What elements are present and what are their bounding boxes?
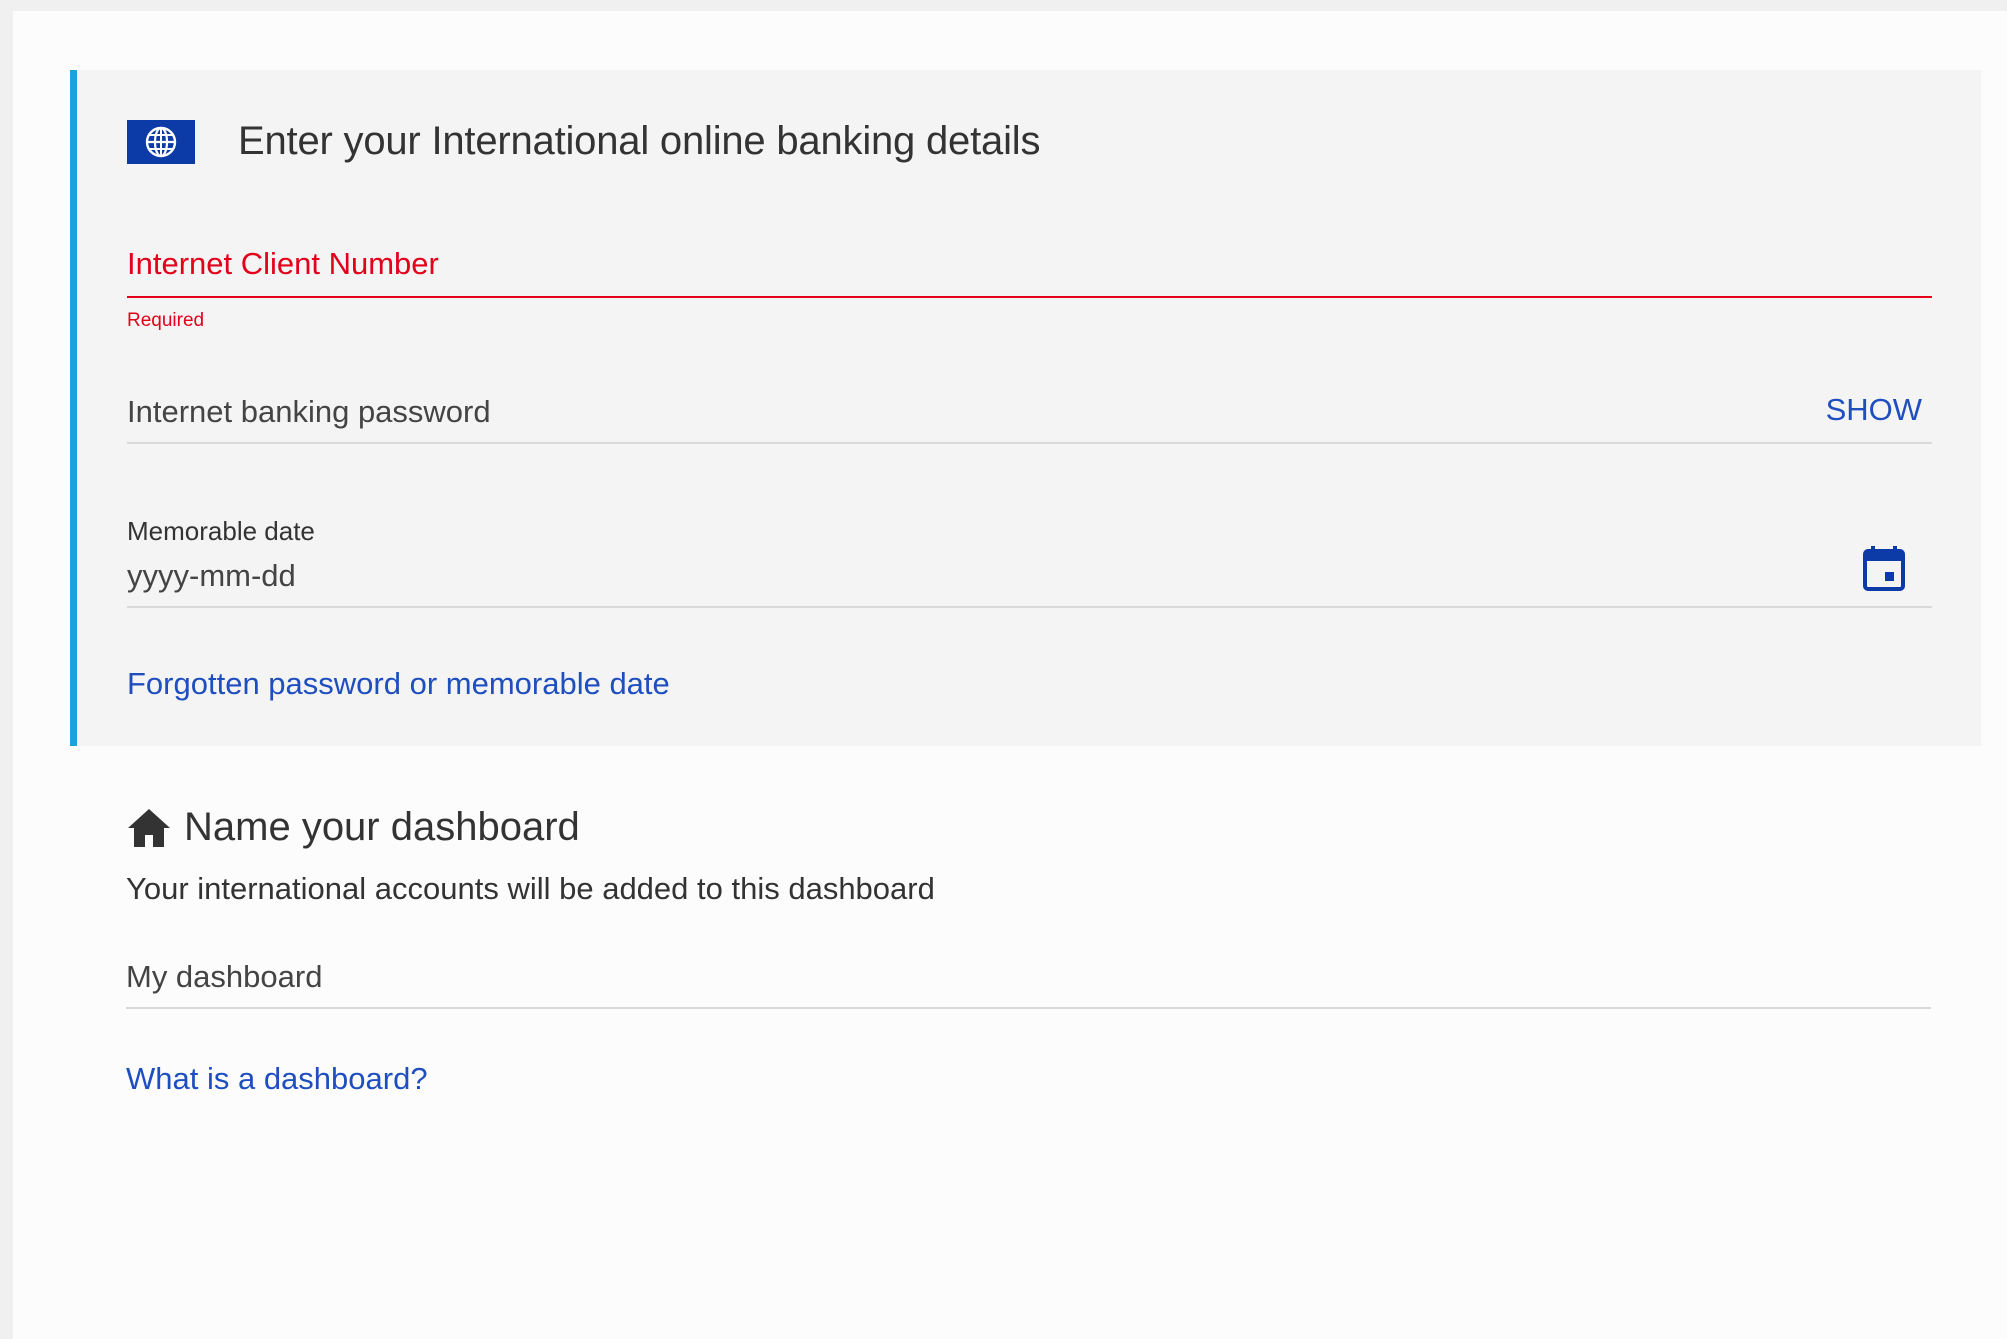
forgotten-password-link[interactable]: Forgotten password or memorable date (127, 666, 670, 702)
dashboard-title: Name your dashboard (184, 805, 580, 849)
password-underline (127, 442, 1932, 444)
client-number-underline (127, 296, 1932, 298)
password-field[interactable]: Internet banking password SHOW (127, 390, 1932, 460)
memorable-date-placeholder: yyyy-mm-dd (127, 558, 296, 593)
what-is-dashboard-link[interactable]: What is a dashboard? (126, 1061, 428, 1097)
login-panel: Enter your International online banking … (70, 70, 1981, 746)
client-number-field[interactable]: Internet Client Number Required (127, 246, 1932, 336)
dashboard-header: Name your dashboard (126, 805, 580, 850)
memorable-date-field[interactable]: Memorable date yyyy-mm-dd (127, 516, 1932, 626)
dashboard-name-underline (126, 1007, 1931, 1009)
show-password-button[interactable]: SHOW (1826, 392, 1922, 428)
memorable-date-underline (127, 606, 1932, 608)
memorable-date-label: Memorable date (127, 516, 315, 546)
home-icon (128, 808, 170, 847)
calendar-icon[interactable] (1862, 544, 1906, 592)
password-placeholder: Internet banking password (127, 394, 491, 429)
globe-icon (127, 119, 195, 164)
dashboard-subtitle: Your international accounts will be adde… (126, 871, 935, 906)
page-container: Enter your International online banking … (13, 11, 2007, 1339)
dashboard-name-value: My dashboard (126, 959, 323, 994)
client-number-error: Required (127, 310, 205, 331)
client-number-label: Internet Client Number (127, 246, 439, 281)
panel-title: Enter your International online banking … (238, 119, 1041, 163)
panel-header: Enter your International online banking … (127, 119, 1040, 164)
dashboard-name-field[interactable]: My dashboard (126, 951, 1931, 1011)
